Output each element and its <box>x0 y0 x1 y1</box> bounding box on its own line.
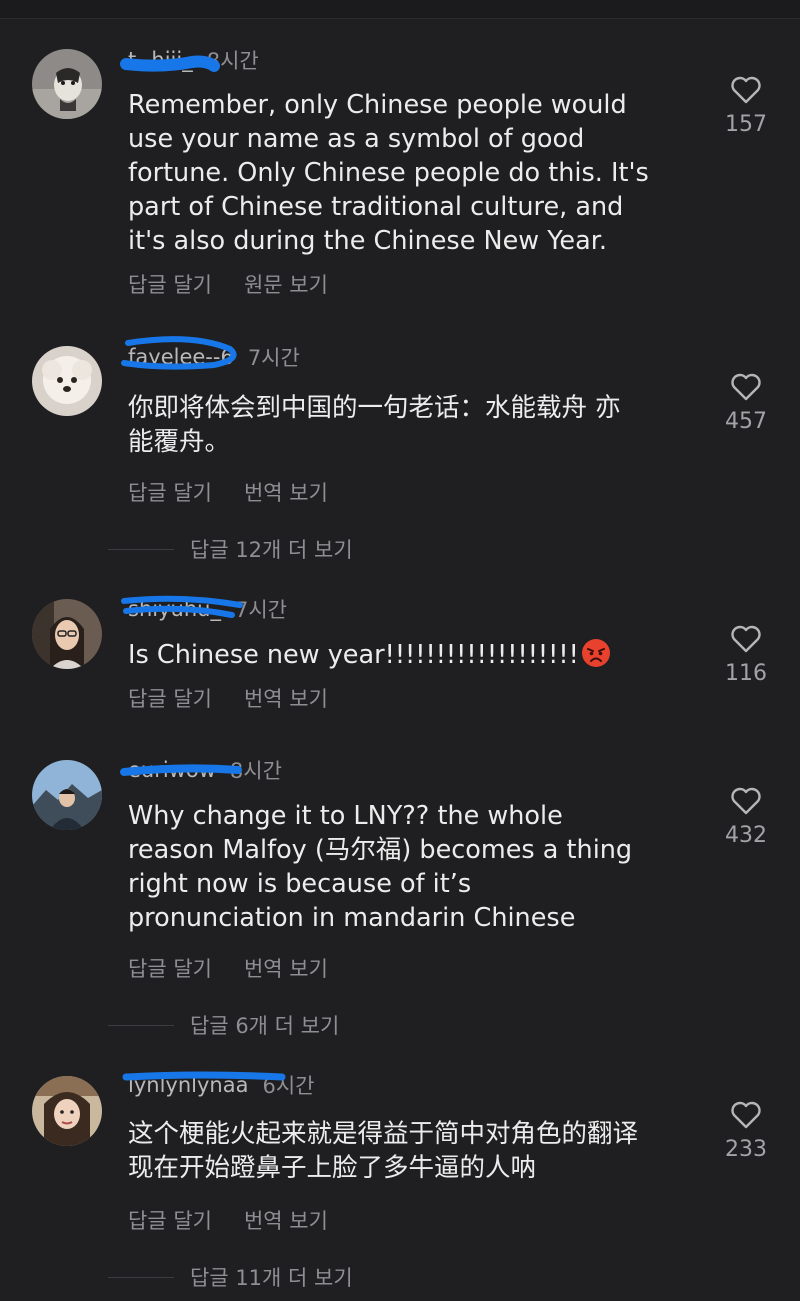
like-button[interactable]: 157 <box>712 76 780 137</box>
username[interactable]: euriwow <box>120 758 242 782</box>
more-replies-button[interactable]: 답글 6개 더 보기 <box>108 1010 339 1040</box>
comment-text: Why change it to LNY?? the whole reason … <box>128 801 633 933</box>
more-replies-label: 답글 11개 더 보기 <box>190 1266 353 1290</box>
comment-meta: euriwow 8시간 <box>120 755 282 785</box>
comment-actions: 답글 달기 번역 보기 <box>128 683 328 713</box>
translate-button[interactable]: 번역 보기 <box>244 1205 328 1235</box>
username[interactable]: fayelee--6 <box>121 336 237 370</box>
avatar[interactable] <box>32 346 102 416</box>
comment-meta: t--hiii_ 8시간 <box>120 45 259 75</box>
heart-icon <box>731 625 761 653</box>
angry-emoji-icon <box>581 639 610 667</box>
heart-icon <box>731 787 761 815</box>
reply-button[interactable]: 답글 달기 <box>128 1205 212 1235</box>
comment-meta: shiyuhu_ 7시간 <box>121 594 287 624</box>
comment-actions: 답글 달기 번역 보기 <box>128 477 328 507</box>
reply-thread-line <box>108 1276 174 1278</box>
avatar[interactable] <box>32 599 102 669</box>
avatar[interactable] <box>32 49 102 119</box>
reply-button[interactable]: 답글 달기 <box>128 269 212 299</box>
like-button[interactable]: 432 <box>712 787 780 848</box>
reply-button[interactable]: 답글 달기 <box>128 477 212 507</box>
redaction-scribble <box>122 1071 286 1081</box>
redaction-scribble <box>120 764 242 776</box>
username[interactable]: t--hiii_ <box>120 48 220 72</box>
more-replies-label: 답글 6개 더 보기 <box>190 1014 340 1038</box>
top-divider <box>0 0 800 19</box>
comment-actions: 답글 달기 번역 보기 <box>128 953 328 983</box>
comment-actions: 답글 달기 번역 보기 <box>128 1205 328 1235</box>
comment-actions: 답글 달기 원문 보기 <box>128 269 328 299</box>
like-button[interactable]: 233 <box>712 1101 780 1162</box>
heart-icon <box>731 373 761 401</box>
like-count: 116 <box>725 661 767 686</box>
redaction-scribble <box>121 336 237 370</box>
like-count: 157 <box>725 112 767 137</box>
view-original-button[interactable]: 원문 보기 <box>244 269 328 299</box>
like-count: 457 <box>725 409 767 434</box>
more-replies-button[interactable]: 답글 11개 더 보기 <box>108 1262 353 1292</box>
reply-thread-line <box>108 1024 174 1026</box>
avatar[interactable] <box>32 1076 102 1146</box>
heart-icon <box>731 1101 761 1129</box>
heart-icon <box>731 76 761 104</box>
avatar[interactable] <box>32 760 102 830</box>
comment-meta: lynlynlynaa 6시간 <box>122 1070 314 1100</box>
comment-text: 这个梗能火起来就是得益于简中对角色的翻译 现在开始蹬鼻子上脸了多牛逼的人呐 <box>128 1119 639 1183</box>
like-button[interactable]: 116 <box>712 625 780 686</box>
translate-button[interactable]: 번역 보기 <box>244 477 328 507</box>
comment-text: Is Chinese new year!!!!!!!!!!!!!!!!!!! <box>128 638 698 672</box>
like-count: 432 <box>725 823 767 848</box>
comment-text: Remember, only Chinese people would use … <box>128 90 649 256</box>
translate-button[interactable]: 번역 보기 <box>244 683 328 713</box>
redaction-scribble <box>120 55 220 72</box>
more-replies-button[interactable]: 답글 12개 더 보기 <box>108 534 353 564</box>
more-replies-label: 답글 12개 더 보기 <box>190 538 353 562</box>
comment-text-content: Is Chinese new year!!!!!!!!!!!!!!!!!!! <box>128 640 579 670</box>
username[interactable]: shiyuhu_ <box>121 595 243 621</box>
like-button[interactable]: 457 <box>712 373 780 434</box>
reply-thread-line <box>108 548 174 550</box>
username[interactable]: lynlynlynaa <box>122 1071 286 1097</box>
comment-meta: fayelee--6 7시간 <box>121 336 300 372</box>
redaction-scribble <box>121 595 243 618</box>
reply-button[interactable]: 답글 달기 <box>128 953 212 983</box>
comment-text: 你即将体会到中国的一句老话：水能载舟 亦 能覆舟。 <box>128 393 621 457</box>
translate-button[interactable]: 번역 보기 <box>244 953 328 983</box>
reply-button[interactable]: 답글 달기 <box>128 683 212 713</box>
like-count: 233 <box>725 1137 767 1162</box>
